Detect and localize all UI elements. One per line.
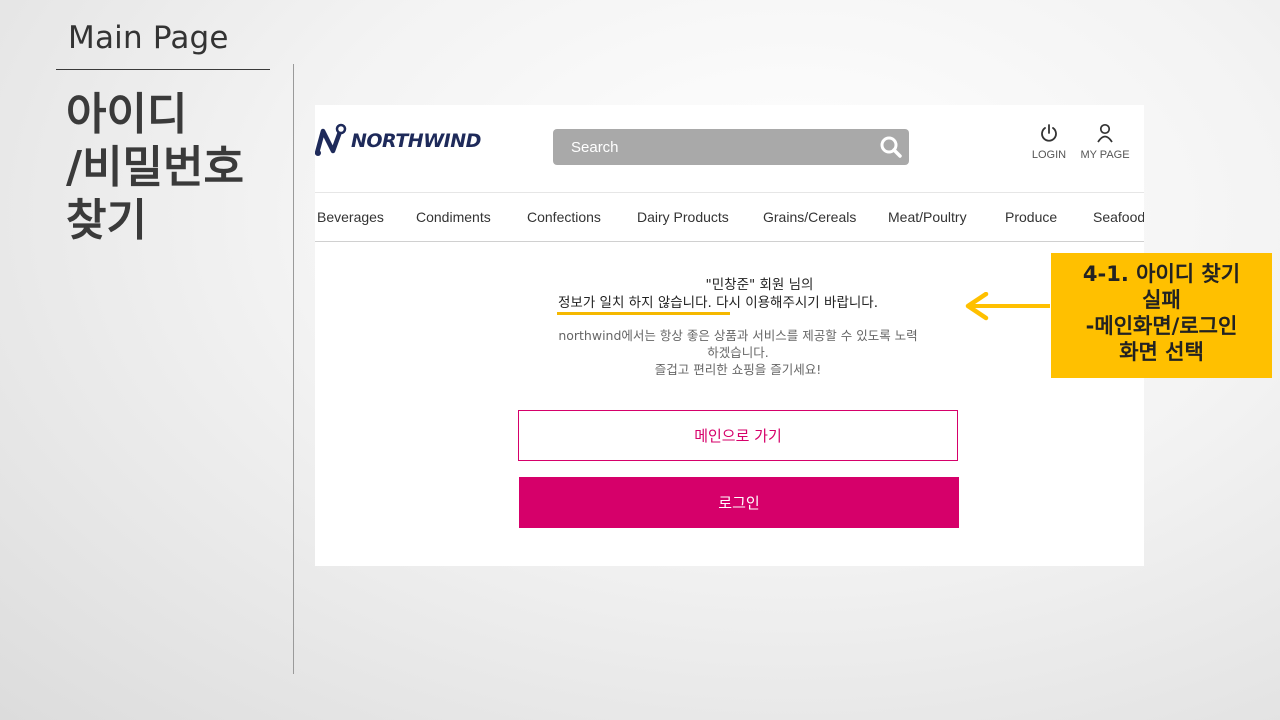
description-line: 즐겁고 편리한 쇼핑을 즐기세요! [654, 362, 822, 377]
mismatch-message: 정보가 일치 하지 않습니다. 다시 이용해주시기 바랍니다. [558, 295, 878, 311]
nav-item-beverages[interactable]: Beverages [317, 209, 384, 225]
northwind-logo[interactable]: NORTHWIND [315, 123, 481, 159]
callout-line: 4-1. 아이디 찾기 [1082, 262, 1241, 286]
callout-line: 화면 선택 [1119, 340, 1204, 364]
logo-text: NORTHWIND [351, 130, 481, 152]
description-line: northwind에서는 항상 좋은 상품과 서비스를 제공할 수 있도록 노력 [558, 328, 918, 343]
slide-title-line: 아이디 [66, 89, 188, 140]
search-bar [553, 129, 909, 165]
slide-title: 아이디 /비밀번호 찾기 [66, 88, 244, 247]
arrow-left-icon [965, 292, 1050, 321]
login-link[interactable]: LOGIN [1019, 123, 1079, 161]
nav-item-produce[interactable]: Produce [1005, 209, 1057, 225]
callout-line: 실패 [1142, 288, 1181, 312]
nav-item-meat-poultry[interactable]: Meat/Poultry [888, 209, 967, 225]
login-label: LOGIN [1031, 149, 1067, 161]
nav-item-seafood[interactable]: Seafood [1093, 209, 1144, 225]
annotation-callout: 4-1. 아이디 찾기 실패 -메인화면/로그인 화면 선택 [1051, 253, 1272, 378]
slide-title-line: 찾기 [66, 195, 147, 246]
nav-item-dairy-products[interactable]: Dairy Products [637, 209, 729, 225]
highlight-underline [557, 312, 730, 315]
nav-item-condiments[interactable]: Condiments [416, 209, 491, 225]
description-text: northwind에서는 항상 좋은 상품과 서비스를 제공할 수 있도록 노력… [533, 327, 943, 378]
nav-item-confections[interactable]: Confections [527, 209, 601, 225]
slide-title-line: /비밀번호 [66, 142, 244, 193]
subtitle-divider [56, 69, 270, 70]
category-nav: Beverages Condiments Confections Dairy P… [315, 193, 1144, 242]
description-line: 하겠습니다. [707, 345, 769, 360]
go-to-main-button[interactable]: 메인으로 가기 [518, 410, 958, 461]
nav-divider [315, 241, 1144, 242]
search-icon[interactable] [879, 135, 903, 159]
my-page-link[interactable]: MY PAGE [1075, 123, 1135, 161]
nav-item-grains-cereals[interactable]: Grains/Cereals [763, 209, 856, 225]
logo-mark-icon [315, 123, 347, 156]
user-icon [1097, 123, 1113, 143]
member-name-message: "민창준" 회원 님의 [705, 277, 814, 293]
website-screenshot: NORTHWIND LOGIN MY PAGE Beverages Condim… [315, 105, 1144, 566]
my-page-label: MY PAGE [1080, 149, 1130, 161]
vertical-divider [293, 64, 294, 674]
login-button[interactable]: 로그인 [519, 477, 959, 528]
slide-subtitle: Main Page [68, 20, 229, 56]
search-input[interactable] [553, 129, 871, 165]
power-icon [1041, 124, 1057, 142]
callout-line: -메인화면/로그인 [1085, 314, 1238, 338]
